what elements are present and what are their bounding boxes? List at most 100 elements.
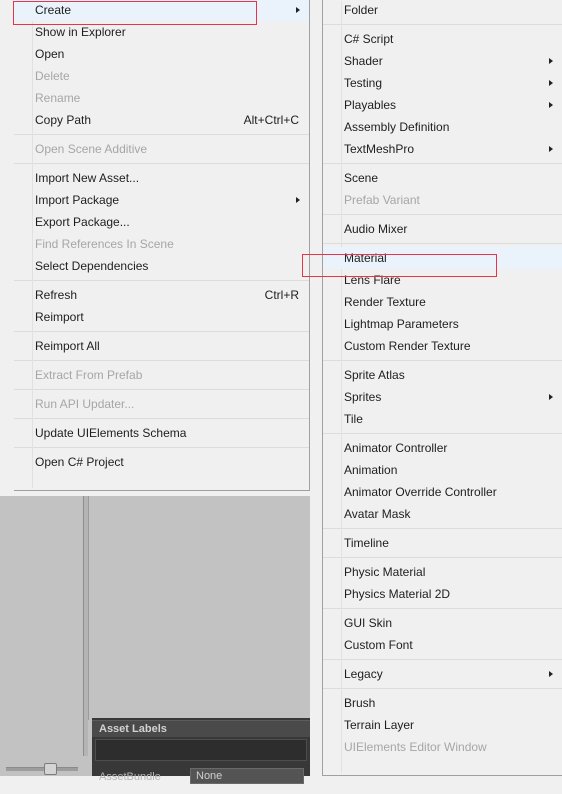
menu-separator xyxy=(323,608,562,609)
menu-item-label: Import New Asset... xyxy=(35,171,140,185)
menu-item-label: Create xyxy=(35,3,72,17)
project-asset-grid-pane[interactable] xyxy=(88,496,310,720)
menu-item-label: GUI Skin xyxy=(344,616,393,630)
menu-item-refresh[interactable]: Refresh Ctrl+R xyxy=(14,284,309,306)
menu-separator xyxy=(14,360,309,361)
menu-separator xyxy=(14,418,309,419)
submenu-item-scene[interactable]: Scene xyxy=(323,167,562,189)
submenu-item-render-texture[interactable]: Render Texture xyxy=(323,291,562,313)
menu-item-label: C# Script xyxy=(344,32,394,46)
menu-item-open-scene-additive: Open Scene Additive xyxy=(14,138,309,160)
menu-item-run-api-updater: Run API Updater... xyxy=(14,393,309,415)
asset-labels-box[interactable] xyxy=(95,739,307,761)
menu-separator xyxy=(14,280,309,281)
chevron-right-icon xyxy=(549,394,553,400)
menu-item-open-c-project[interactable]: Open C# Project xyxy=(14,451,309,473)
submenu-item-animator-controller[interactable]: Animator Controller xyxy=(323,437,562,459)
menu-item-label: Copy Path xyxy=(35,113,92,127)
menu-item-label: Audio Mixer xyxy=(344,222,408,236)
menu-item-reimport-all[interactable]: Reimport All xyxy=(14,335,309,357)
submenu-item-physic-material[interactable]: Physic Material xyxy=(323,561,562,583)
menu-item-label: Animation xyxy=(344,463,398,477)
submenu-item-brush[interactable]: Brush xyxy=(323,692,562,714)
asset-zoom-slider[interactable] xyxy=(6,762,78,775)
submenu-item-timeline[interactable]: Timeline xyxy=(323,532,562,554)
create-submenu-list: Folder C# Script Shader Testing Playables Ass… xyxy=(323,0,562,758)
submenu-item-gui-skin[interactable]: GUI Skin xyxy=(323,612,562,634)
menu-separator xyxy=(14,134,309,135)
menu-separator xyxy=(323,659,562,660)
zoom-slider-knob[interactable] xyxy=(44,763,57,775)
assetbundle-row: AssetBundle None xyxy=(92,764,310,794)
menu-item-label: Folder xyxy=(344,3,379,17)
submenu-item-lightmap-parameters[interactable]: Lightmap Parameters xyxy=(323,313,562,335)
chevron-right-icon xyxy=(549,58,553,64)
project-folder-tree-pane[interactable] xyxy=(0,496,84,756)
menu-item-update-uielements-schema[interactable]: Update UIElements Schema xyxy=(14,422,309,444)
chevron-right-icon xyxy=(296,7,300,13)
submenu-item-animation[interactable]: Animation xyxy=(323,459,562,481)
menu-item-label: Delete xyxy=(35,69,70,83)
menu-item-shortcut: Alt+Ctrl+C xyxy=(243,113,299,127)
menu-item-label: Open Scene Additive xyxy=(35,142,148,156)
submenu-item-uielements-editor-window: UIElements Editor Window xyxy=(323,736,562,758)
menu-separator xyxy=(14,163,309,164)
menu-item-export-package[interactable]: Export Package... xyxy=(14,211,309,233)
menu-item-extract-from-prefab: Extract From Prefab xyxy=(14,364,309,386)
project-asset-context-menu[interactable]: Create Show in Explorer Open Delete Rename Co… xyxy=(14,0,310,491)
menu-item-label: Find References In Scene xyxy=(35,237,174,251)
submenu-item-legacy[interactable]: Legacy xyxy=(323,663,562,685)
menu-item-label: Reimport xyxy=(35,310,84,324)
assetbundle-dropdown[interactable]: None xyxy=(190,768,304,784)
submenu-item-shader[interactable]: Shader xyxy=(323,50,562,72)
menu-separator xyxy=(14,447,309,448)
menu-item-label: Animator Controller xyxy=(344,441,448,455)
menu-item-label: Sprites xyxy=(344,390,382,404)
submenu-item-assembly-definition[interactable]: Assembly Definition xyxy=(323,116,562,138)
menu-separator xyxy=(323,528,562,529)
submenu-item-textmeshpro[interactable]: TextMeshPro xyxy=(323,138,562,160)
menu-separator xyxy=(14,331,309,332)
chevron-right-icon xyxy=(296,197,300,203)
menu-item-label: Open xyxy=(35,47,65,61)
create-submenu[interactable]: Folder C# Script Shader Testing Playables Ass… xyxy=(322,0,562,776)
submenu-item-physics-material-2d[interactable]: Physics Material 2D xyxy=(323,583,562,605)
submenu-item-c-script[interactable]: C# Script xyxy=(323,28,562,50)
menu-item-show-in-explorer[interactable]: Show in Explorer xyxy=(14,21,309,43)
menu-separator xyxy=(323,163,562,164)
submenu-item-sprites[interactable]: Sprites xyxy=(323,386,562,408)
menu-item-reimport[interactable]: Reimport xyxy=(14,306,309,328)
menu-item-label: Export Package... xyxy=(35,215,130,229)
submenu-item-tile[interactable]: Tile xyxy=(323,408,562,430)
submenu-item-audio-mixer[interactable]: Audio Mixer xyxy=(323,218,562,240)
menu-item-label: Show in Explorer xyxy=(35,25,126,39)
menu-item-create[interactable]: Create xyxy=(14,0,309,21)
submenu-item-playables[interactable]: Playables xyxy=(323,94,562,116)
menu-item-label: Import Package xyxy=(35,193,120,207)
submenu-item-animator-override-controller[interactable]: Animator Override Controller xyxy=(323,481,562,503)
menu-item-label: Run API Updater... xyxy=(35,397,135,411)
submenu-item-sprite-atlas[interactable]: Sprite Atlas xyxy=(323,364,562,386)
submenu-item-custom-font[interactable]: Custom Font xyxy=(323,634,562,656)
menu-item-label: Lens Flare xyxy=(344,273,401,287)
submenu-item-testing[interactable]: Testing xyxy=(323,72,562,94)
menu-item-label: Prefab Variant xyxy=(344,193,420,207)
menu-item-copy-path[interactable]: Copy Path Alt+Ctrl+C xyxy=(14,109,309,131)
menu-item-import-package[interactable]: Import Package xyxy=(14,189,309,211)
submenu-item-folder[interactable]: Folder xyxy=(323,0,562,21)
menu-item-label: Shader xyxy=(344,54,383,68)
menu-item-rename: Rename xyxy=(14,87,309,109)
menu-item-open[interactable]: Open xyxy=(14,43,309,65)
submenu-item-material[interactable]: Material xyxy=(323,247,562,269)
submenu-item-lens-flare[interactable]: Lens Flare xyxy=(323,269,562,291)
submenu-item-avatar-mask[interactable]: Avatar Mask xyxy=(323,503,562,525)
menu-item-label: Open C# Project xyxy=(35,455,124,469)
submenu-item-custom-render-texture[interactable]: Custom Render Texture xyxy=(323,335,562,357)
menu-separator xyxy=(323,360,562,361)
menu-item-select-dependencies[interactable]: Select Dependencies xyxy=(14,255,309,277)
menu-item-label: Refresh xyxy=(35,288,78,302)
submenu-item-terrain-layer[interactable]: Terrain Layer xyxy=(323,714,562,736)
menu-item-import-new-asset[interactable]: Import New Asset... xyxy=(14,167,309,189)
zoom-slider-track xyxy=(6,767,78,771)
menu-item-label: UIElements Editor Window xyxy=(344,740,487,754)
